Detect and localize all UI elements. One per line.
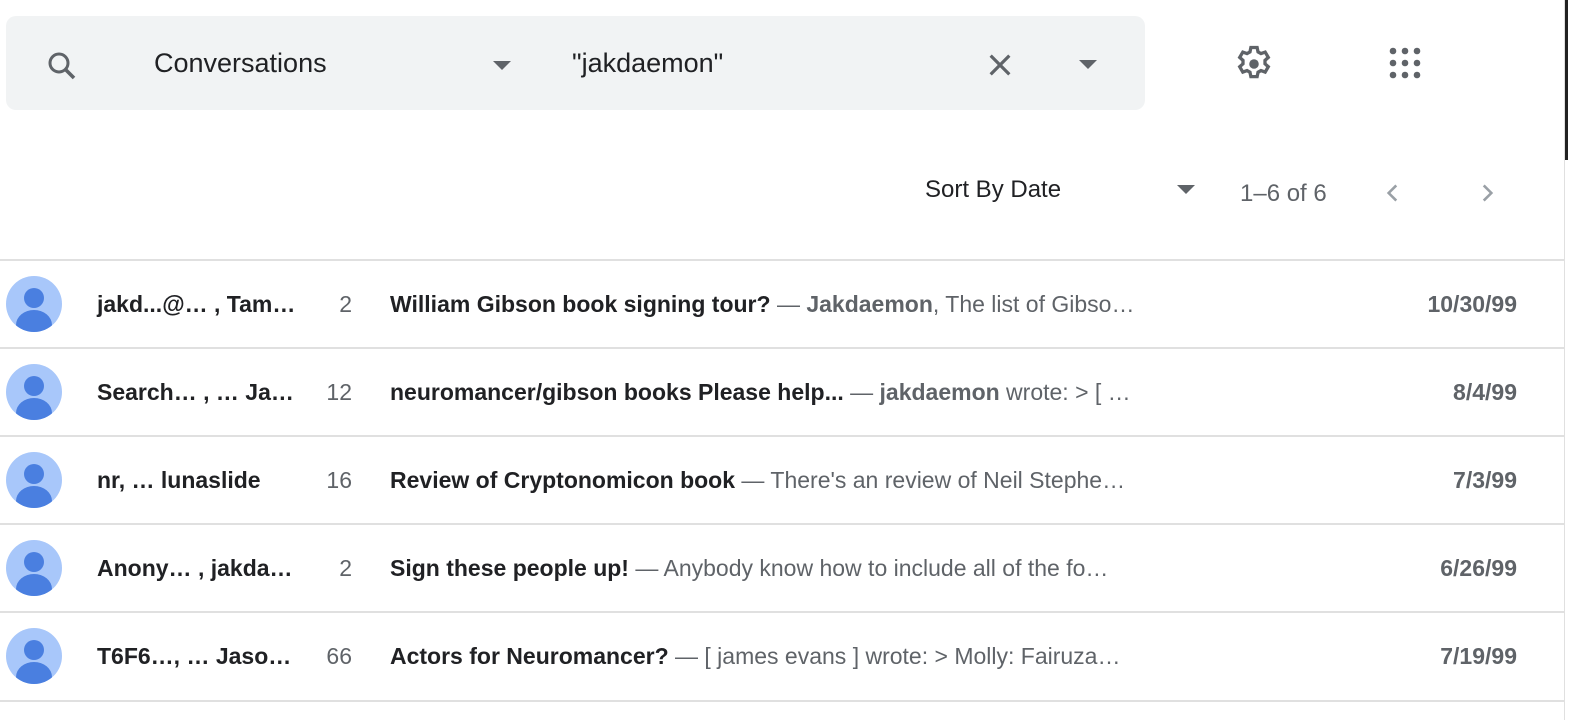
subject: William Gibson book signing tour? — [390, 291, 771, 317]
avatar-body — [16, 310, 52, 332]
apps-grid-icon[interactable] — [1388, 46, 1424, 82]
list-divider — [0, 700, 1566, 720]
separator: — — [735, 467, 771, 493]
conversation-row[interactable]: nr, … lunaslide 16 Review of Cryptonomic… — [0, 435, 1566, 523]
sender-names: nr, … lunaslide — [97, 467, 261, 493]
subject: Sign these people up! — [390, 555, 629, 581]
avatar-head — [24, 288, 44, 308]
sort-dropdown-icon[interactable] — [1177, 185, 1195, 194]
snippet: There's an review of Neil Stephe… — [770, 467, 1126, 493]
avatar — [6, 540, 62, 596]
message-count: 16 — [326, 467, 352, 493]
date: 7/3/99 — [1453, 467, 1517, 493]
avatar-head — [24, 464, 44, 484]
search-options-dropdown-icon[interactable] — [1079, 60, 1097, 69]
search-scope-select[interactable]: Conversations — [154, 50, 327, 77]
conversation-row[interactable]: Search… , … Ja… 12 neuromancer/gibson bo… — [0, 347, 1566, 435]
previous-page-icon[interactable] — [1380, 178, 1406, 208]
separator: — — [628, 555, 664, 581]
search-input[interactable]: "jakdaemon" — [572, 50, 723, 77]
separator: — — [668, 643, 705, 669]
message-count: 12 — [326, 379, 352, 405]
sort-select[interactable]: Sort By Date — [925, 176, 1061, 204]
date: 10/30/99 — [1427, 291, 1517, 317]
conversation-row[interactable]: T6F6…, … Jaso… 66 Actors for Neuromancer… — [0, 611, 1566, 699]
settings-gear-icon[interactable] — [1232, 42, 1276, 86]
snippet: , The list of Gibso… — [932, 291, 1135, 317]
avatar-head — [24, 552, 44, 572]
avatar — [6, 364, 62, 420]
conversation-row[interactable]: Anony… , jakda… 2 Sign these people up! … — [0, 523, 1566, 611]
date: 8/4/99 — [1453, 379, 1517, 405]
subject: Review of Cryptonomicon book — [390, 467, 736, 493]
message-count: 2 — [339, 291, 352, 317]
avatar-body — [16, 486, 52, 508]
date: 6/26/99 — [1440, 555, 1517, 581]
avatar-body — [16, 574, 52, 596]
scrollbar-thumb[interactable] — [1565, 0, 1568, 160]
next-page-icon[interactable] — [1474, 178, 1500, 208]
snippet-highlight: Jakdaemon — [806, 291, 933, 317]
subject-line: Sign these people up! — Anybody know how… — [390, 555, 1250, 582]
avatar-head — [24, 640, 44, 660]
separator: — — [770, 291, 807, 317]
separator: — — [843, 379, 880, 405]
subject-line: Actors for Neuromancer? — [ james evans … — [390, 643, 1250, 670]
subject-line: William Gibson book signing tour? — Jakd… — [390, 291, 1250, 318]
scrollbar[interactable] — [1564, 0, 1594, 720]
sender-names: T6F6…, … Jaso… — [97, 643, 292, 669]
sender-names: jakd...@… , Tam… — [97, 291, 296, 317]
avatar-head — [24, 376, 44, 396]
subject: Actors for Neuromancer? — [390, 643, 669, 669]
avatar — [6, 452, 62, 508]
avatar — [6, 276, 62, 332]
subject: neuromancer/gibson books Please help... — [390, 379, 844, 405]
message-count: 2 — [339, 555, 352, 581]
snippet: [ james evans ] wrote: > Molly: Fairuza… — [704, 643, 1121, 669]
subject-line: neuromancer/gibson books Please help... … — [390, 379, 1250, 406]
sender-names: Search… , … Ja… — [97, 379, 294, 405]
scope-dropdown-icon[interactable] — [493, 61, 511, 70]
pagination-count: 1–6 of 6 — [1240, 180, 1327, 207]
avatar-body — [16, 398, 52, 420]
clear-search-icon[interactable] — [984, 49, 1016, 81]
avatar — [6, 628, 62, 684]
sender-names: Anony… , jakda… — [97, 555, 293, 581]
search-bar: Conversations "jakdaemon" — [6, 16, 1145, 110]
subject-line: Review of Cryptonomicon book — There's a… — [390, 467, 1250, 494]
snippet: Anybody know how to include all of the f… — [663, 555, 1109, 581]
search-icon[interactable] — [44, 48, 80, 84]
conversation-row[interactable]: jakd...@… , Tam… 2 William Gibson book s… — [0, 259, 1566, 347]
date: 7/19/99 — [1440, 643, 1517, 669]
snippet-highlight: jakdaemon — [879, 379, 1000, 405]
snippet: wrote: > [ … — [999, 379, 1131, 405]
message-count: 66 — [326, 643, 352, 669]
avatar-body — [16, 662, 52, 684]
